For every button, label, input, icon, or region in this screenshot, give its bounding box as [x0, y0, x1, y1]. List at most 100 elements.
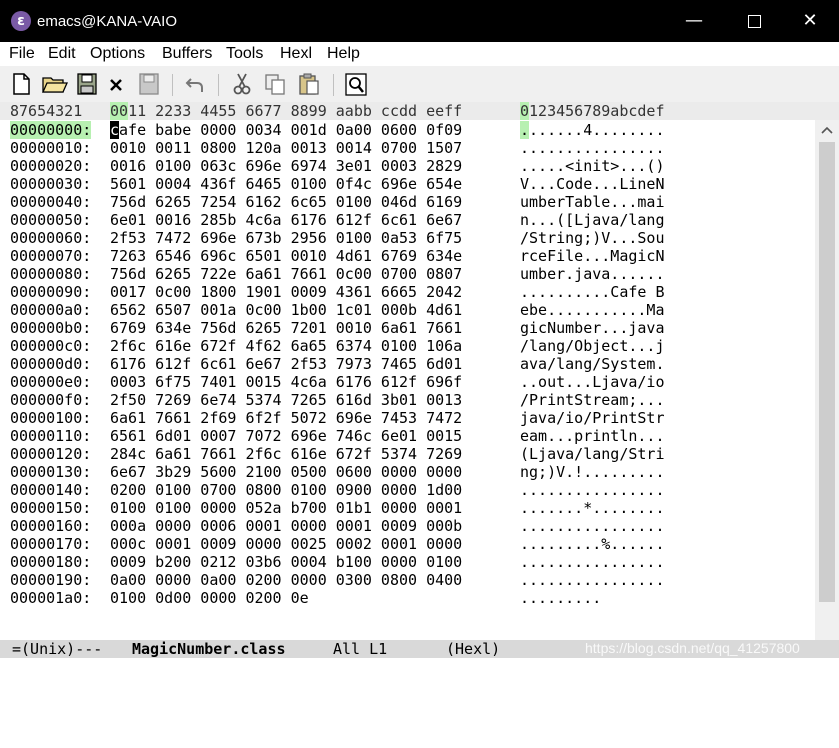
cut-icon[interactable] — [230, 71, 254, 97]
scroll-up-arrow[interactable] — [815, 120, 839, 140]
row-ascii: V...Code...LineN — [520, 175, 665, 193]
save-as-icon[interactable] — [137, 71, 161, 97]
maximize-icon — [747, 14, 761, 28]
hexl-buffer[interactable]: 00000000: cafe babe 0000 0034 001d 0a00 … — [0, 120, 813, 640]
row-address: 00000000: — [10, 121, 92, 139]
row-hex: 0100 0d00 0000 0200 0e — [110, 589, 309, 607]
save-disk-icon[interactable] — [75, 71, 99, 97]
row-ascii: ..out...Ljava/io — [520, 373, 665, 391]
copy-icon[interactable] — [263, 71, 287, 97]
row-hex: 000c 0001 0009 0000 0025 0002 0001 0000 — [110, 535, 463, 553]
toolbar-separator — [172, 74, 173, 96]
menu-edit[interactable]: Edit — [48, 45, 76, 63]
row-address: 00000090: — [10, 283, 92, 301]
minimize-button[interactable]: — — [676, 8, 712, 34]
menu-file[interactable]: File — [9, 45, 35, 63]
row-address: 00000030: — [10, 175, 92, 193]
row-hex: 5601 0004 436f 6465 0100 0f4c 696e 654e — [110, 175, 463, 193]
menu-hexl[interactable]: Hexl — [280, 45, 312, 63]
header-hex-columns: 0011 2233 4455 6677 8899 aabb ccdd eeff — [110, 102, 462, 120]
header-ascii-highlight: 0 — [520, 102, 530, 120]
row-address: 00000120: — [10, 445, 92, 463]
row-address: 00000080: — [10, 265, 92, 283]
modeline-position: All L1 — [333, 640, 388, 658]
vertical-scrollbar[interactable] — [815, 120, 839, 640]
row-ascii: ng;)V.!......... — [520, 463, 665, 481]
emacs-icon: ε — [11, 11, 31, 31]
row-ascii: .........%...... — [520, 535, 665, 553]
paste-icon[interactable] — [297, 71, 321, 97]
row-address: 00000170: — [10, 535, 92, 553]
row-address: 000000f0: — [10, 391, 92, 409]
hex-row-current: 00000000: cafe babe 0000 0034 001d 0a00 … — [10, 121, 665, 139]
header-ascii-columns: 0123456789abcdef — [520, 102, 665, 120]
row-address: 00000180: — [10, 553, 92, 571]
row-ascii: ......... — [520, 589, 602, 607]
row-address: 00000020: — [10, 157, 92, 175]
header-ascii-rest: 123456789abcdef — [529, 102, 665, 120]
row-ascii: .....<init>...() — [520, 157, 665, 175]
row-ascii: ................ — [520, 517, 665, 535]
menu-options[interactable]: Options — [90, 45, 145, 63]
row-hex: 0017 0c00 1800 1901 0009 4361 6665 2042 — [110, 283, 463, 301]
row-hex: 756d 6265 7254 6162 6c65 0100 046d 6169 — [110, 193, 463, 211]
row-hex: cafe babe 0000 0034 001d 0a00 0600 0f09 — [110, 121, 462, 139]
menu-help[interactable]: Help — [327, 45, 360, 63]
scroll-thumb[interactable] — [819, 142, 835, 602]
row-ascii: n...([Ljava/lang — [520, 211, 665, 229]
row-hex: 0010 0011 0800 120a 0013 0014 0700 1507 — [110, 139, 463, 157]
close-x-icon[interactable] — [104, 71, 128, 97]
row-ascii: java/io/PrintStr — [520, 409, 665, 427]
menu-tools[interactable]: Tools — [226, 45, 263, 63]
text-cursor: c — [110, 121, 120, 139]
open-folder-icon[interactable] — [41, 71, 69, 97]
toolbar-separator — [333, 74, 334, 96]
modeline-status: =(Unix)--- — [12, 640, 103, 658]
search-icon[interactable] — [344, 71, 368, 97]
row-ascii: /String;)V...Sou — [520, 229, 665, 247]
row-hex: 0016 0100 063c 696e 6974 3e01 0003 2829 — [110, 157, 463, 175]
row-ascii: ..........Cafe B — [520, 283, 665, 301]
row-address: 00000130: — [10, 463, 92, 481]
row-hex: 7263 6546 696c 6501 0010 4d61 6769 634e — [110, 247, 463, 265]
new-file-icon[interactable] — [9, 71, 33, 97]
row-ascii: ................ — [520, 571, 665, 589]
title-bar: ε emacs@KANA-VAIO — ✕ — [0, 0, 839, 42]
row-hex: 2f53 7472 696e 673b 2956 0100 0a53 6f75 — [110, 229, 463, 247]
row-hex: 6561 6d01 0007 7072 696e 746c 6e01 0015 — [110, 427, 463, 445]
header-address: 87654321 — [10, 102, 83, 120]
row-ascii: ava/lang/System. — [520, 355, 665, 373]
row-address: 000000e0: — [10, 373, 92, 391]
row-ascii: ebe...........Ma — [520, 301, 665, 319]
row-hex: 0009 b200 0212 03b6 0004 b100 0000 0100 — [110, 553, 463, 571]
row-hex: 0200 0100 0700 0800 0100 0900 0000 1d00 — [110, 481, 463, 499]
row-address: 00000110: — [10, 427, 92, 445]
row-hex: 2f6c 616e 672f 4f62 6a65 6374 0100 106a — [110, 337, 463, 355]
row-hex: 6562 6507 001a 0c00 1b00 1c01 000b 4d61 — [110, 301, 463, 319]
row-address: 00000070: — [10, 247, 92, 265]
row-ascii: umberTable...mai — [520, 193, 665, 211]
modeline-major-mode: (Hexl) — [446, 640, 501, 658]
row-address: 000001a0: — [10, 589, 92, 607]
row-ascii: ................ — [520, 481, 665, 499]
row-ascii: gicNumber...java — [520, 319, 665, 337]
menu-buffers[interactable]: Buffers — [162, 45, 212, 63]
row-address: 00000040: — [10, 193, 92, 211]
row-ascii: /PrintStream;... — [520, 391, 665, 409]
row-ascii: .......4........ — [520, 121, 665, 139]
row-ascii: /lang/Object...j — [520, 337, 665, 355]
close-button[interactable]: ✕ — [792, 8, 828, 34]
row-address: 000000a0: — [10, 301, 92, 319]
toolbar-separator — [218, 74, 219, 96]
row-ascii: (Ljava/lang/Stri — [520, 445, 665, 463]
row-hex: 284c 6a61 7661 2f6c 616e 672f 5374 7269 — [110, 445, 463, 463]
undo-icon[interactable] — [183, 71, 207, 97]
row-ascii: umber.java...... — [520, 265, 665, 283]
row-address: 000000c0: — [10, 337, 92, 355]
maximize-button[interactable] — [736, 8, 772, 34]
row-hex: 000a 0000 0006 0001 0000 0001 0009 000b — [110, 517, 463, 535]
row-hex: 6176 612f 6c61 6e67 2f53 7973 7465 6d01 — [110, 355, 463, 373]
modeline-buffer-name: MagicNumber.class — [132, 640, 286, 658]
header-hex-highlight: 00 — [110, 102, 129, 120]
header-hex-rest: 11 2233 4455 6677 8899 aabb ccdd eeff — [128, 102, 463, 120]
